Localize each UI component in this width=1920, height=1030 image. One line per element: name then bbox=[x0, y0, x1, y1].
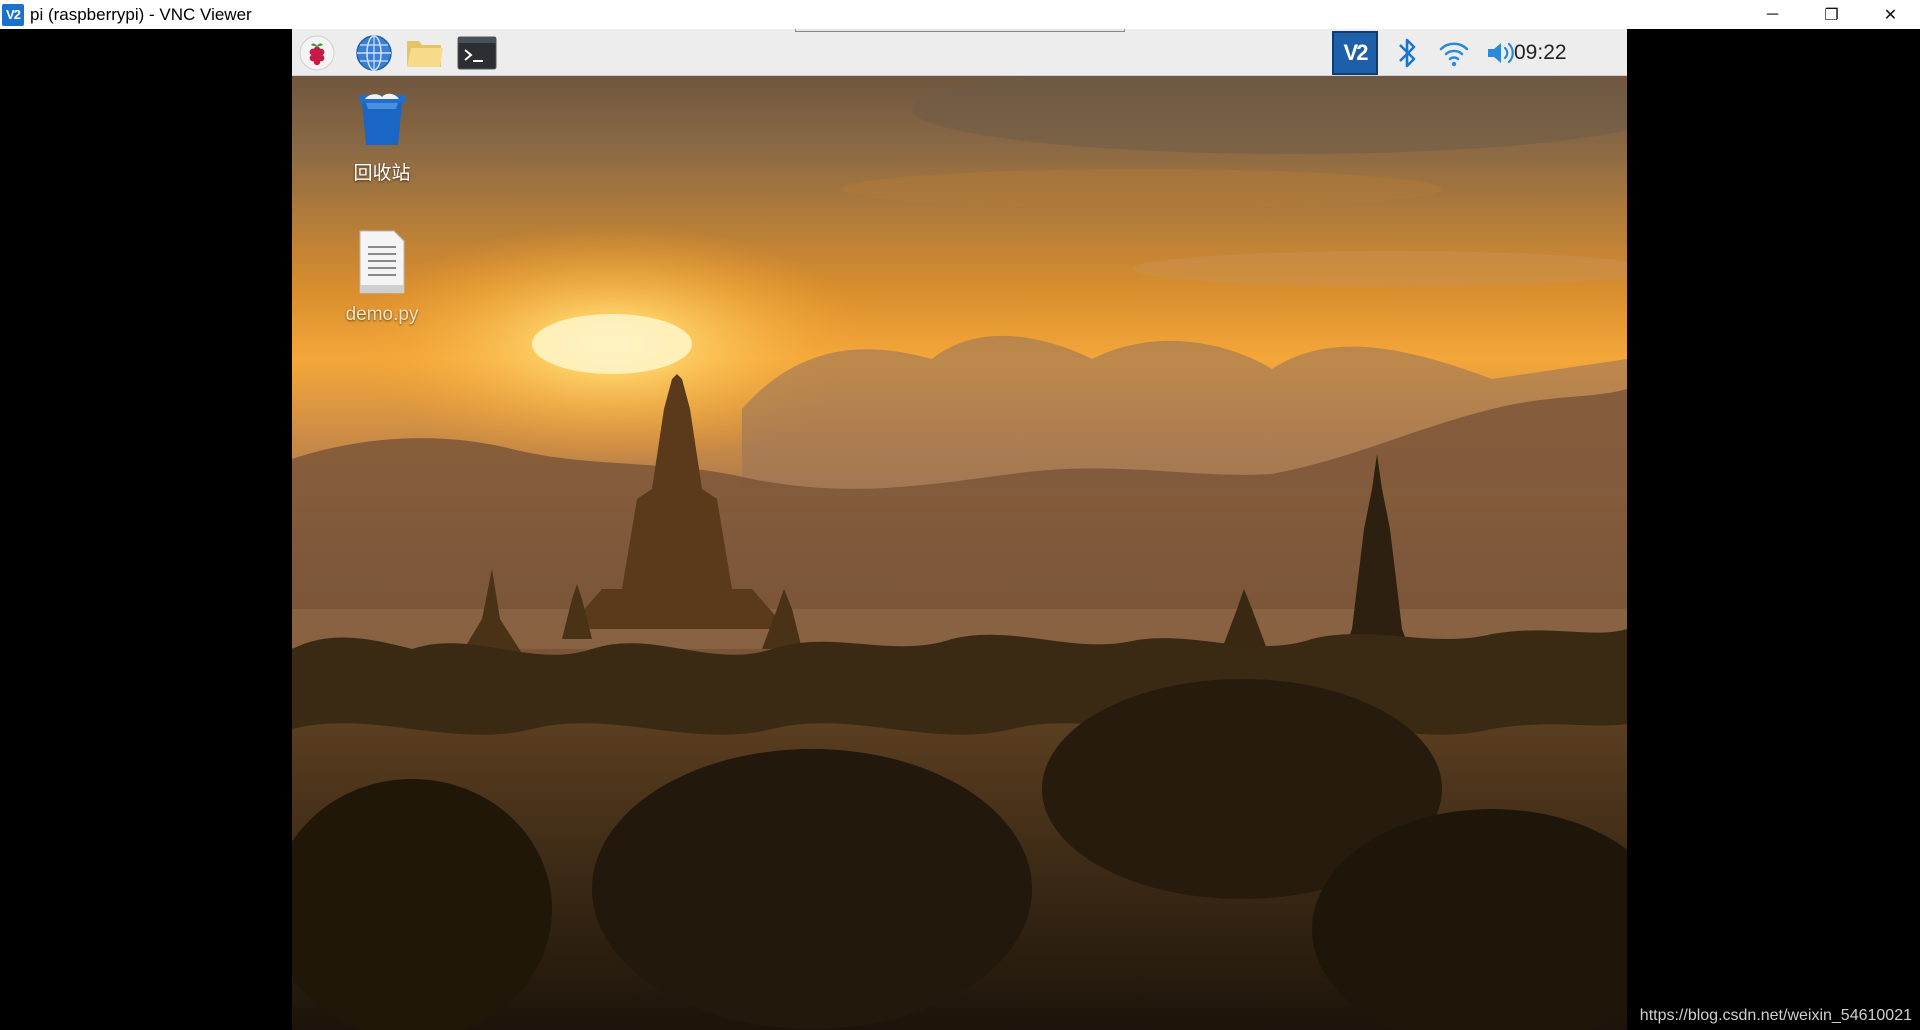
toolbar-handle[interactable] bbox=[795, 29, 1125, 32]
raspberry-menu-icon[interactable] bbox=[297, 33, 337, 73]
file-manager-icon[interactable] bbox=[405, 33, 445, 73]
remote-desktop[interactable]: V2 09:22 回收站 demo.py bbox=[292, 29, 1627, 1030]
minimize-button[interactable]: ─ bbox=[1743, 0, 1802, 29]
vnc-app-icon: V2 bbox=[2, 3, 24, 26]
watermark-text: https://blog.csdn.net/weixin_54610021 bbox=[1639, 1007, 1912, 1024]
bluetooth-icon[interactable] bbox=[1388, 33, 1428, 73]
taskbar-clock[interactable]: 09:22 bbox=[1514, 41, 1567, 65]
vnc-tray-icon[interactable]: V2 bbox=[1332, 31, 1378, 75]
desktop-icon-label: demo.py bbox=[345, 304, 419, 325]
window-titlebar[interactable]: V2 pi (raspberrypi) - VNC Viewer ─ ❐ ✕ bbox=[0, 0, 1920, 29]
web-browser-icon[interactable] bbox=[354, 33, 394, 73]
window-controls: ─ ❐ ✕ bbox=[1743, 0, 1920, 29]
terminal-icon[interactable] bbox=[457, 33, 497, 73]
desktop-icon-trash[interactable]: 回收站 bbox=[322, 87, 442, 185]
restore-button[interactable]: ❐ bbox=[1802, 0, 1861, 29]
pi-taskbar: V2 09:22 bbox=[292, 29, 1627, 76]
desktop-icon-demo-py[interactable]: demo.py bbox=[322, 229, 442, 326]
desktop-icon-label: 回收站 bbox=[353, 163, 411, 184]
wifi-icon[interactable] bbox=[1434, 33, 1474, 73]
text-file-icon bbox=[359, 230, 405, 294]
trash-icon bbox=[359, 93, 405, 145]
window-title: pi (raspberrypi) - VNC Viewer bbox=[30, 4, 252, 24]
close-button[interactable]: ✕ bbox=[1861, 0, 1920, 29]
desktop-wallpaper bbox=[292, 29, 1627, 1030]
